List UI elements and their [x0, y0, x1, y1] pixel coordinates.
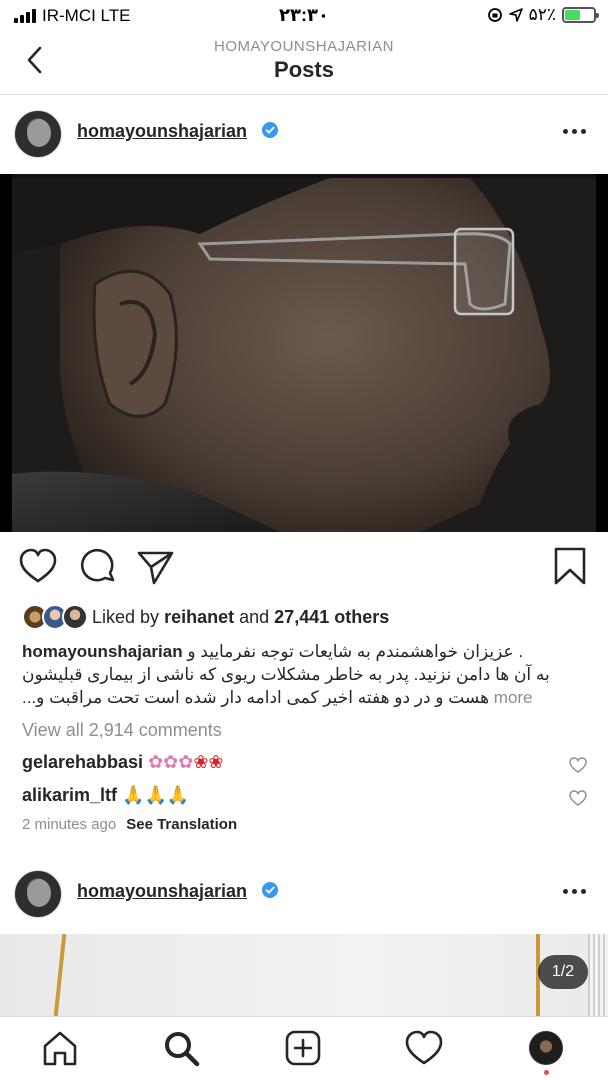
- status-bar: IR-MCI LTE ۲۳:۳۰ ۵۲٪: [0, 0, 608, 32]
- portrait-photo: [0, 174, 608, 532]
- view-all-comments-link[interactable]: View all 2,914 comments: [22, 720, 222, 741]
- post-timestamp: 2 minutes ago: [22, 816, 117, 833]
- comment-like-icon[interactable]: [568, 755, 588, 775]
- post-image[interactable]: [0, 934, 608, 1016]
- post-username[interactable]: homayounshajarian: [77, 121, 247, 142]
- comment-icon[interactable]: [78, 545, 118, 589]
- tab-bar: [0, 1016, 608, 1080]
- avatar[interactable]: [14, 110, 62, 158]
- verified-badge-icon: [262, 882, 278, 898]
- profile-name: HOMAYOUNSHAJARIAN: [214, 38, 394, 55]
- bookmark-icon[interactable]: [550, 545, 590, 589]
- nav-header: HOMAYOUNSHAJARIAN Posts: [0, 32, 608, 95]
- more-options-icon[interactable]: [563, 889, 586, 894]
- rotation-lock-icon: [487, 8, 502, 22]
- profile-avatar[interactable]: [529, 1031, 563, 1065]
- liker-avatars: [22, 604, 92, 630]
- likes-text: Liked by reihanet and 27,441 others: [92, 606, 390, 627]
- battery-icon: [562, 7, 599, 23]
- comment-username[interactable]: gelarehabbasi: [22, 752, 143, 772]
- liked-user: reihanet: [164, 606, 235, 627]
- battery-percent: ۵۲٪: [528, 5, 556, 24]
- location-icon: [508, 8, 523, 22]
- carousel-pager: 1/2: [538, 955, 588, 989]
- page-title: Posts: [274, 57, 334, 82]
- post-actions: [0, 545, 608, 589]
- comment-like-icon[interactable]: [568, 788, 588, 808]
- more-options-icon[interactable]: [563, 129, 586, 134]
- activity-icon[interactable]: [405, 1029, 443, 1067]
- search-icon[interactable]: [162, 1029, 200, 1067]
- comment-username[interactable]: alikarim_ltf: [22, 785, 117, 805]
- post-username[interactable]: homayounshajarian: [77, 881, 247, 902]
- caption-username[interactable]: homayounshajarian: [22, 642, 183, 661]
- post-header: homayounshajarian: [0, 96, 608, 172]
- verified-badge-icon: [262, 122, 278, 138]
- post-caption: homayounshajarian . عزیزان خواهشمندم به …: [22, 640, 588, 709]
- post-image[interactable]: [0, 174, 608, 532]
- comment-text: ✿✿✿❀❀: [148, 752, 224, 773]
- share-icon[interactable]: [136, 545, 176, 589]
- caption-line-3: هست و در دو هفته اخیر کمی ادامه دار شده …: [22, 688, 490, 707]
- add-icon[interactable]: [284, 1029, 322, 1067]
- avatar[interactable]: [14, 870, 62, 918]
- home-icon[interactable]: [41, 1029, 79, 1067]
- comment-row: gelarehabbasi ✿✿✿❀❀: [22, 752, 588, 780]
- notification-dot: [544, 1070, 549, 1075]
- post-meta: 2 minutes ago See Translation: [22, 816, 237, 833]
- comment-row: alikarim_ltf 🙏🙏🙏: [22, 785, 588, 813]
- caption-more-link[interactable]: more: [494, 688, 533, 707]
- likes-row[interactable]: Liked by reihanet and 27,441 others: [22, 602, 389, 632]
- see-translation-link[interactable]: See Translation: [126, 816, 237, 833]
- post-header: homayounshajarian: [0, 856, 608, 932]
- likes-count: 27,441 others: [274, 606, 390, 627]
- heart-icon[interactable]: [18, 545, 58, 589]
- caption-line-2: به آن ها دامن نزنید. پدر به خاطر مشکلات …: [22, 665, 550, 684]
- caption-line-1: . عزیزان خواهشمندم به شایعات توجه نفرمای…: [187, 642, 524, 661]
- comment-text: 🙏🙏🙏: [122, 785, 190, 806]
